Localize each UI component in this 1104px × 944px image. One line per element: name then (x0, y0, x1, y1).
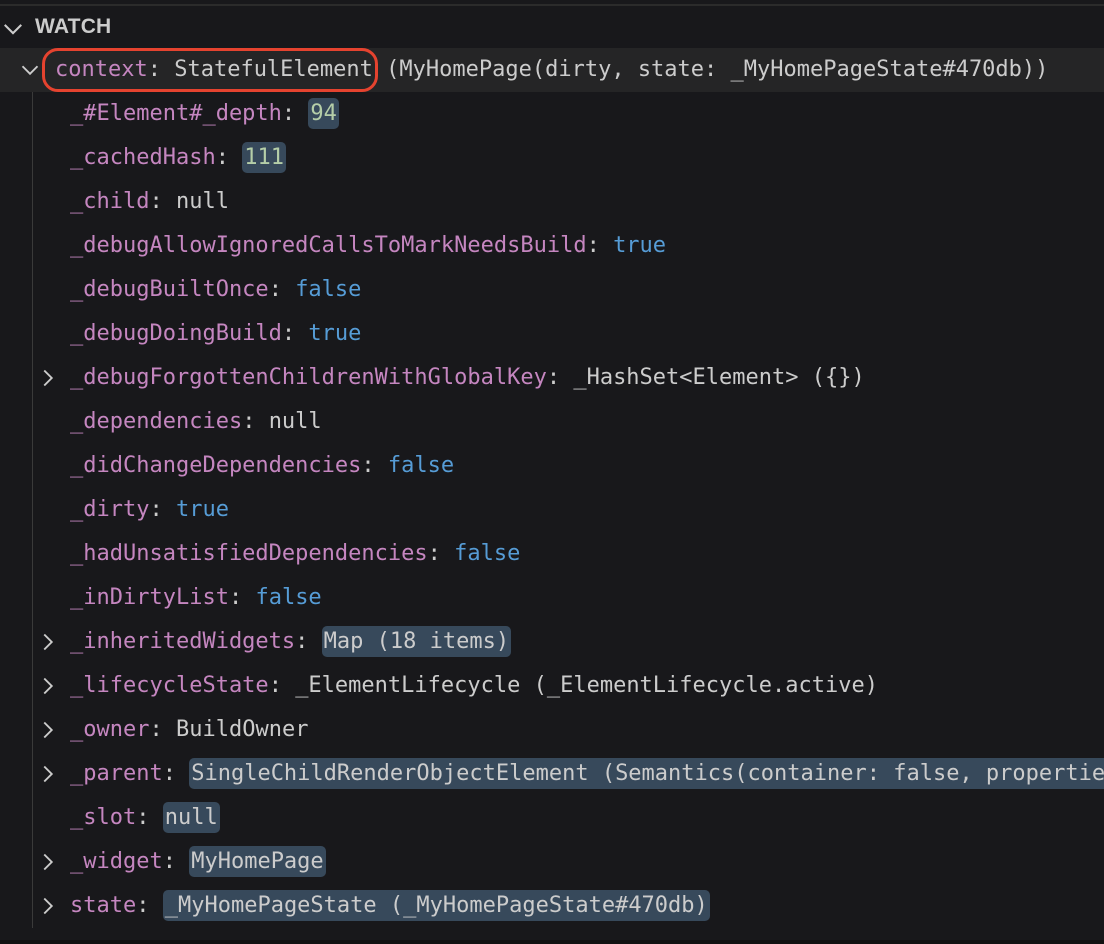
variable-value: 111 (242, 142, 286, 173)
variable-value: _HashSet<Element> ({}) (573, 365, 865, 390)
variable-row[interactable]: _inheritedWidgets: Map (18 items) (0, 620, 1104, 664)
variable-separator: : (361, 453, 375, 478)
watch-section-title: WATCH (35, 15, 112, 38)
variable-name: _dependencies (70, 409, 243, 434)
variable-row[interactable]: _debugAllowIgnoredCallsToMarkNeedsBuild:… (0, 224, 1104, 268)
variable-separator: : (295, 629, 309, 654)
variable-separator: : (268, 673, 282, 698)
variable-value: false (454, 541, 521, 566)
variable-name: _inDirtyList (70, 585, 229, 610)
variable-row[interactable]: _hadUnsatisfiedDependencies: false (0, 532, 1104, 576)
variable-value: 94 (308, 98, 339, 129)
variable-name: _dirty (70, 497, 150, 522)
root-description: (MyHomePage(dirty, state: _MyHomePageSta… (386, 57, 1049, 82)
chevron-right-icon[interactable] (38, 852, 58, 872)
variable-name: state (70, 893, 137, 918)
variable-value: null (175, 189, 229, 214)
variable-row[interactable]: _cachedHash: 111 (0, 136, 1104, 180)
variable-separator: : (162, 761, 176, 786)
variable-row[interactable]: _lifecycleState: _ElementLifecycle (_Ele… (0, 664, 1104, 708)
variable-value: BuildOwner (175, 717, 309, 742)
variable-value: null (268, 409, 322, 434)
variable-separator: : (149, 717, 163, 742)
variable-name: _lifecycleState (70, 673, 269, 698)
variable-name: _debugBuiltOnce (70, 277, 269, 302)
variable-separator: : (546, 365, 561, 390)
variable-name: _#Element#_depth (70, 101, 282, 126)
variable-value: true (308, 321, 362, 346)
variable-row[interactable]: _debugDoingBuild: true (0, 312, 1104, 356)
variable-row[interactable]: _debugForgottenChildrenWithGlobalKey: _H… (0, 356, 1104, 400)
variable-value: null (162, 802, 220, 833)
variable-name: _owner (70, 717, 150, 742)
variable-value: SingleChildRenderObjectElement (Semantic… (189, 758, 1104, 789)
variable-value: true (175, 497, 229, 522)
variable-separator: : (136, 893, 150, 918)
variable-row[interactable]: _child: null (0, 180, 1104, 224)
variable-value: false (387, 453, 455, 478)
variable-name: _inheritedWidgets (70, 629, 296, 654)
variable-row[interactable]: _dirty: true (0, 488, 1104, 532)
chevron-down-icon[interactable] (2, 18, 24, 40)
variable-value: false (255, 585, 322, 610)
variable-value: MyHomePage (189, 846, 326, 877)
variable-row[interactable]: _dependencies: null (0, 400, 1104, 444)
variable-separator: : (242, 409, 256, 434)
variable-row[interactable]: _widget: MyHomePage (0, 840, 1104, 884)
variable-row[interactable]: state: _MyHomePageState (_MyHomePageStat… (0, 884, 1104, 928)
variable-separator: : (586, 233, 600, 258)
variable-separator: : (281, 101, 296, 126)
variable-row[interactable]: _owner: BuildOwner (0, 708, 1104, 752)
variable-row[interactable]: _didChangeDependencies: false (0, 444, 1104, 488)
variable-name: _parent (70, 761, 163, 786)
chevron-right-icon[interactable] (38, 632, 58, 652)
variable-separator: : (149, 189, 163, 214)
variable-separator: : (228, 585, 243, 610)
variable-separator: : (427, 541, 441, 566)
variable-value: Map (18 items) (321, 626, 512, 657)
variable-name: _debugForgottenChildrenWithGlobalKey (70, 365, 547, 390)
variable-row[interactable]: _debugBuiltOnce: false (0, 268, 1104, 312)
variable-name: _child (70, 189, 150, 214)
variable-row[interactable]: _slot: null (0, 796, 1104, 840)
variable-separator: : (281, 321, 296, 346)
variable-name: _didChangeDependencies (70, 453, 362, 478)
highlight-callout (42, 48, 378, 92)
panel-bottom-border (0, 940, 1104, 944)
variable-row[interactable]: _inDirtyList: false (0, 576, 1104, 620)
panel-top-border (0, 4, 1104, 6)
variable-value: _MyHomePageState (_MyHomePageState#470db… (162, 890, 710, 921)
variable-name: _debugAllowIgnoredCallsToMarkNeedsBuild (70, 233, 587, 258)
chevron-down-icon[interactable] (20, 60, 40, 80)
variable-separator: : (215, 145, 229, 170)
chevron-right-icon[interactable] (38, 764, 58, 784)
variable-name: _hadUnsatisfiedDependencies (70, 541, 428, 566)
variable-name: _cachedHash (70, 145, 216, 170)
variable-row[interactable]: _parent: SingleChildRenderObjectElement … (0, 752, 1104, 796)
variable-separator: : (136, 805, 150, 830)
chevron-right-icon[interactable] (38, 896, 58, 916)
variable-value: false (295, 277, 362, 302)
chevron-right-icon[interactable] (38, 720, 58, 740)
variable-value: true (613, 233, 667, 258)
variable-separator: : (268, 277, 282, 302)
chevron-right-icon[interactable] (38, 368, 58, 388)
variable-value: _ElementLifecycle (_ElementLifecycle.act… (295, 673, 878, 698)
variable-name: _debugDoingBuild (70, 321, 282, 346)
watch-section-header[interactable]: WATCH (0, 8, 1104, 48)
chevron-right-icon[interactable] (38, 676, 58, 696)
variable-name: _slot (70, 805, 137, 830)
variable-separator: : (162, 849, 176, 874)
variable-row[interactable]: _#Element#_depth: 94 (0, 92, 1104, 136)
variable-separator: : (149, 497, 163, 522)
variable-name: _widget (70, 849, 163, 874)
